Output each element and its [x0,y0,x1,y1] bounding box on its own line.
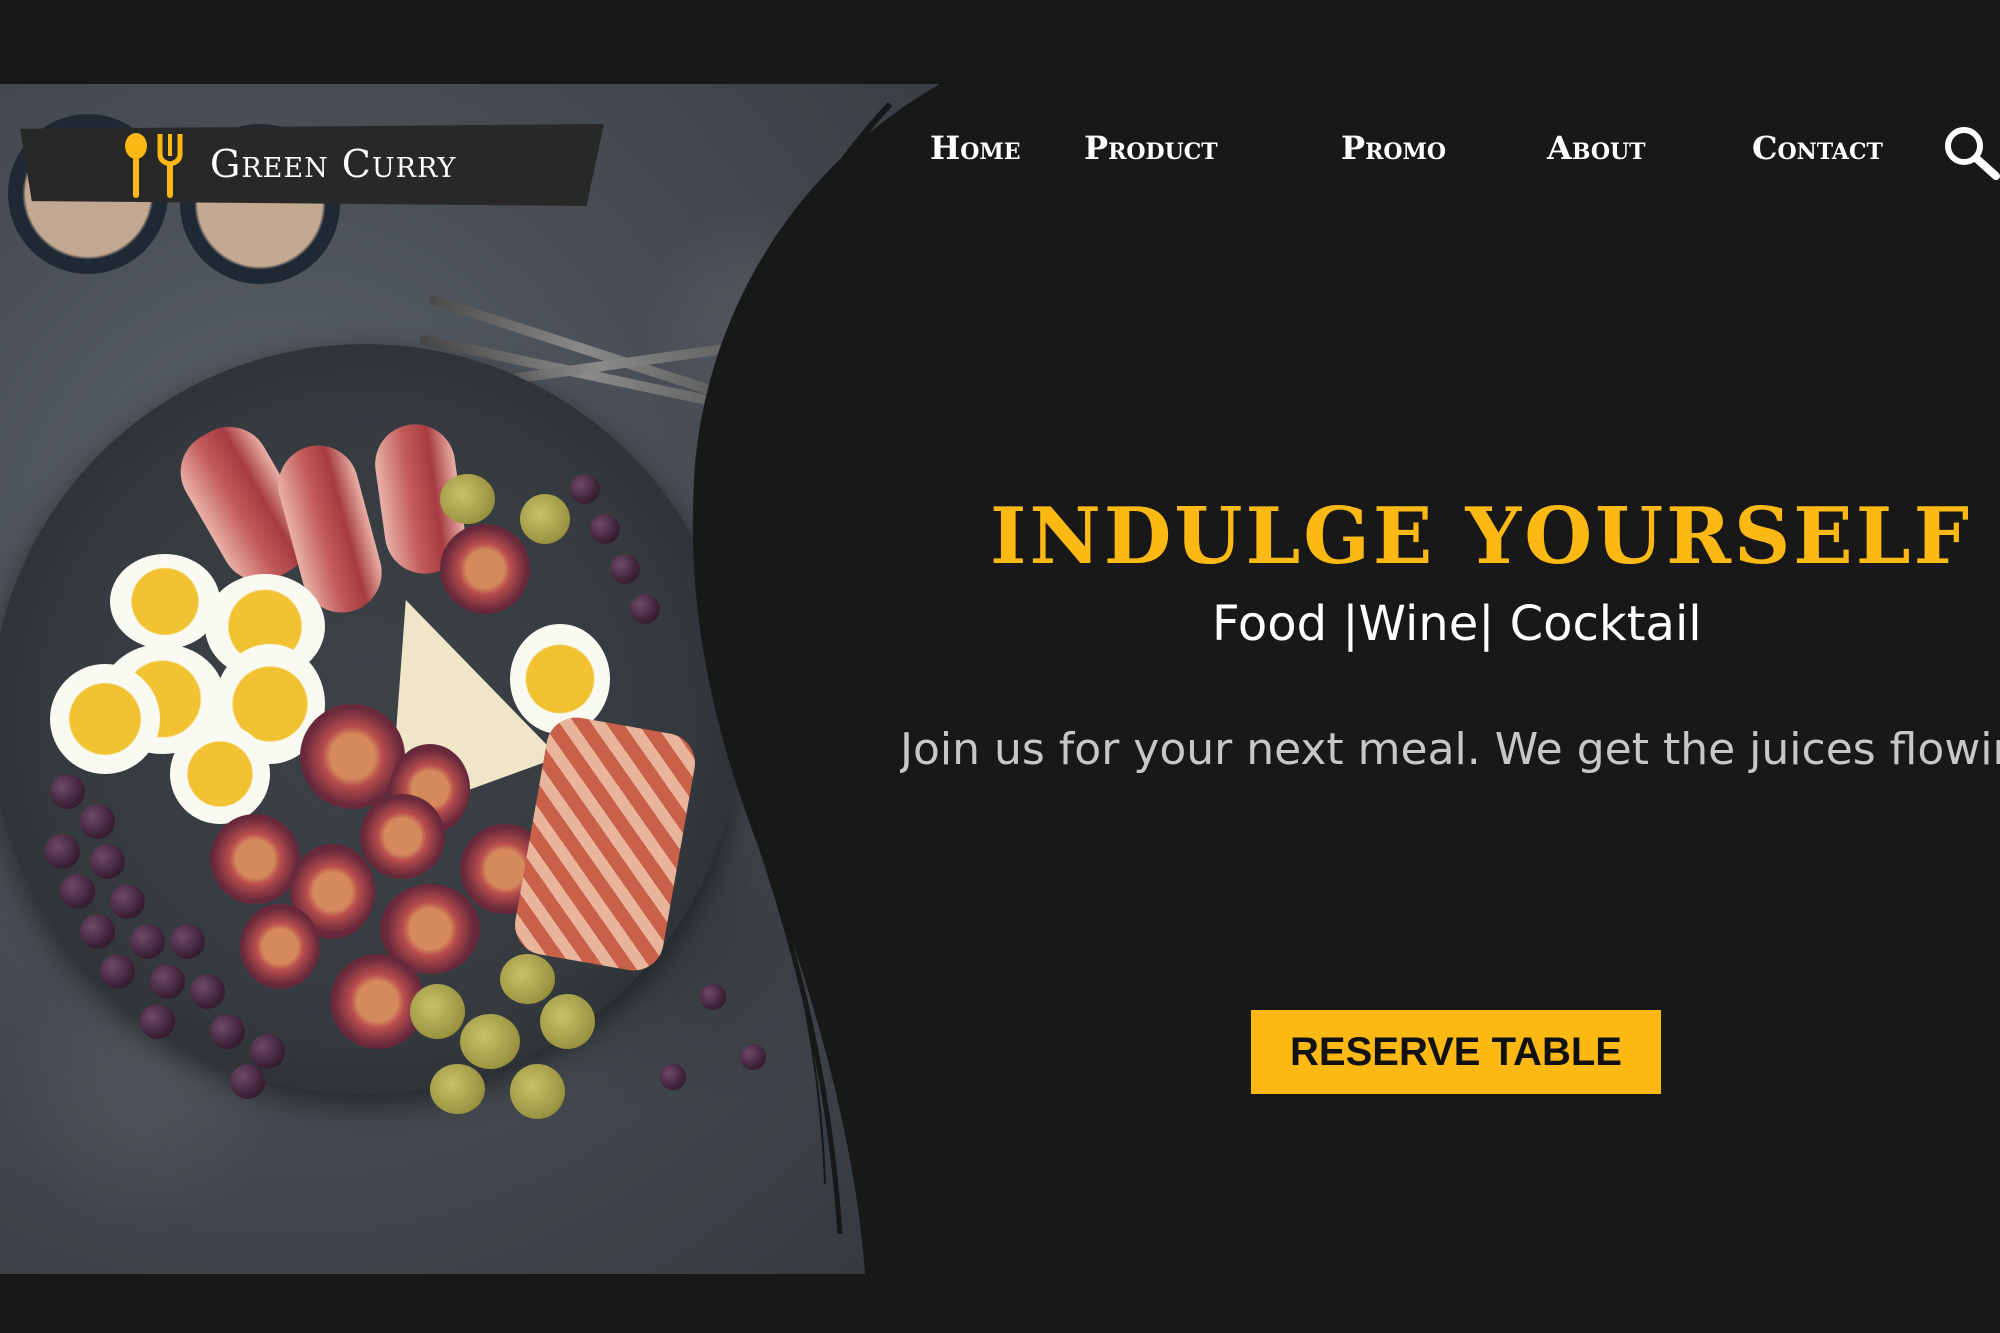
grape [80,804,115,839]
grape [660,1064,686,1090]
olive [460,1014,520,1069]
olive [520,494,570,544]
grape [80,914,115,949]
grape [630,594,660,624]
grape [230,1064,265,1099]
grape [210,1014,245,1049]
grape [190,974,225,1009]
grape [700,984,726,1010]
main-nav: Home Product Promo About Contact [0,123,2000,173]
fig-half [210,814,300,904]
grape [150,964,185,999]
olive [540,994,595,1049]
egg-slice [170,724,270,824]
grape [110,884,145,919]
olive [410,984,465,1039]
grape [740,1044,766,1070]
grape [130,924,165,959]
search-icon[interactable] [1942,124,2000,180]
grape [100,954,135,989]
nav-about[interactable]: About [1547,123,1646,173]
grape [610,554,640,584]
grape [570,474,600,504]
reserve-table-button[interactable]: RESERVE TABLE [1251,1010,1661,1094]
grape [50,774,85,809]
grape [170,924,205,959]
hero-headline: INDULGE YOURSELF [990,491,1972,582]
nav-product[interactable]: Product [1084,123,1218,173]
olive [500,954,555,1004]
olive [440,474,495,524]
nav-home[interactable]: Home [930,123,1021,173]
olive [430,1064,485,1114]
fig-half [240,904,320,989]
grape [60,874,95,909]
nav-promo[interactable]: Promo [1341,123,1446,173]
olive [510,1064,565,1119]
grape [590,514,620,544]
egg-slice [110,554,220,649]
grape [90,844,125,879]
fig-half [360,794,445,879]
grape [45,834,80,869]
fig-half [440,524,530,614]
egg-slice [50,664,160,774]
hero-food-photo [0,84,950,1274]
grape [140,1004,175,1039]
nav-contact[interactable]: Contact [1752,123,1883,173]
food-plate [0,344,740,1119]
hero-subline: Food |Wine| Cocktail [1212,596,1702,652]
grape [250,1034,285,1069]
hero-tagline: Join us for your next meal. We get the j… [900,724,2000,775]
